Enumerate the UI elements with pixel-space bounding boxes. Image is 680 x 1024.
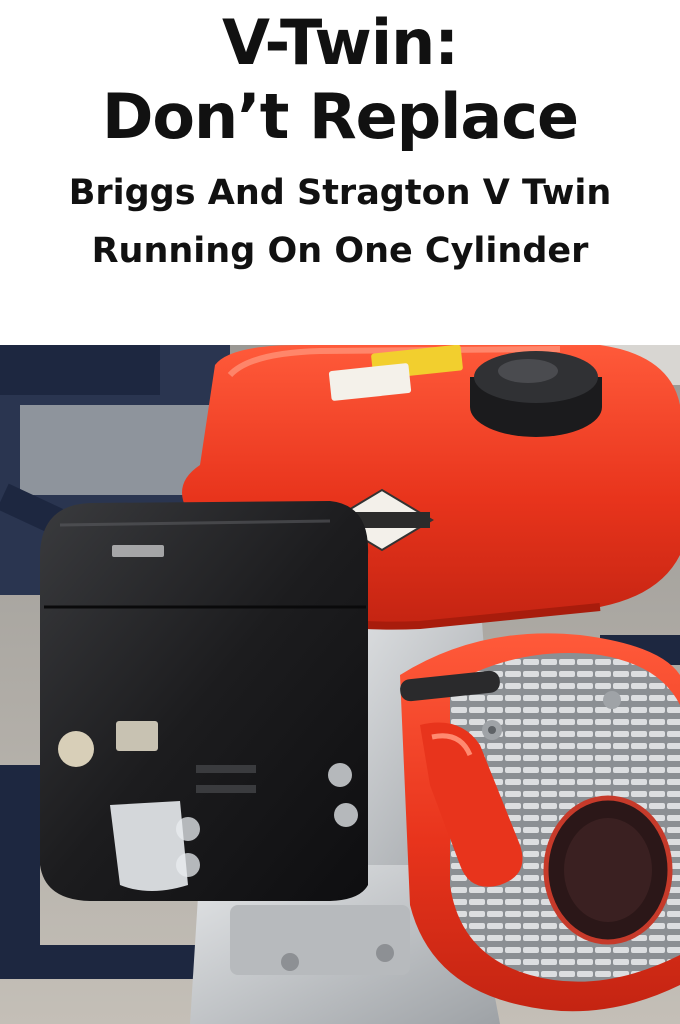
air-filter-label (116, 721, 158, 751)
subtitle-line-2: Running On One Cylinder (91, 231, 589, 271)
subtitle-line-1: Briggs And Stragton V Twin (68, 173, 612, 213)
fuel-cap (470, 351, 602, 437)
air-filter-logo (58, 731, 94, 767)
air-filter (40, 501, 369, 901)
title-line-1: V-Twin: (221, 6, 459, 79)
fuel-bowl (110, 801, 188, 891)
header: V-Twin: Don’t Replace Briggs And Stragto… (0, 0, 680, 345)
engine-photo (0, 345, 680, 1024)
title-line-2: Don’t Replace (101, 80, 579, 153)
